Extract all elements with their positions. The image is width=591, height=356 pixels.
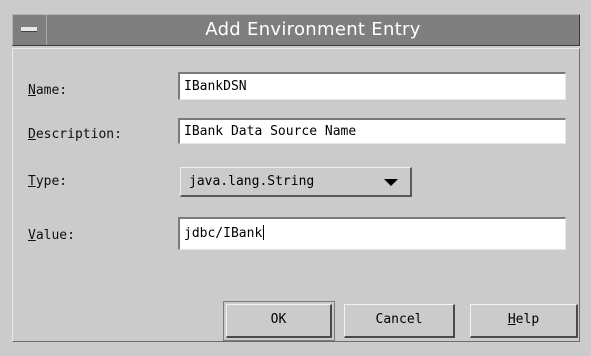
- name-label: Name:: [28, 83, 67, 98]
- value-field-value: jdbc/IBank: [184, 226, 263, 241]
- value-field[interactable]: jdbc/IBank: [178, 217, 566, 250]
- dialog-window: Add Environment Entry Name: IBankDSN Des…: [0, 0, 591, 356]
- help-button-label: elp: [515, 312, 540, 327]
- ok-button[interactable]: OK: [223, 301, 335, 341]
- window-menu-icon: [21, 27, 37, 32]
- description-label-text: escription:: [35, 127, 122, 142]
- name-field[interactable]: IBankDSN: [178, 72, 566, 100]
- type-dropdown-value: java.lang.String: [189, 174, 315, 189]
- description-label: Description:: [28, 127, 122, 142]
- type-label-text: ype:: [35, 174, 68, 189]
- description-field-value: IBank Data Source Name: [184, 124, 357, 139]
- type-label-accel: T: [28, 174, 36, 189]
- text-cursor: [263, 225, 265, 240]
- help-button-accel: H: [507, 312, 516, 327]
- name-field-value: IBankDSN: [184, 79, 247, 94]
- description-label-accel: D: [28, 127, 36, 142]
- title-bar[interactable]: Add Environment Entry: [12, 14, 580, 46]
- description-field[interactable]: IBank Data Source Name: [178, 118, 566, 144]
- value-label-text: alue:: [35, 228, 75, 243]
- value-label: Value:: [28, 228, 75, 243]
- dialog-title: Add Environment Entry: [205, 19, 421, 40]
- help-button[interactable]: Help: [470, 304, 578, 338]
- type-label: Type:: [28, 174, 67, 189]
- name-label-accel: N: [28, 83, 36, 98]
- triangle-down-icon: [384, 179, 398, 186]
- cancel-button[interactable]: Cancel: [344, 304, 455, 338]
- name-label-text: ame:: [35, 83, 68, 98]
- cancel-button-label: Cancel: [375, 312, 423, 327]
- value-label-accel: V: [28, 228, 36, 243]
- window-menu-button[interactable]: [13, 15, 47, 45]
- type-dropdown[interactable]: java.lang.String: [180, 167, 412, 197]
- ok-button-label: OK: [270, 312, 287, 327]
